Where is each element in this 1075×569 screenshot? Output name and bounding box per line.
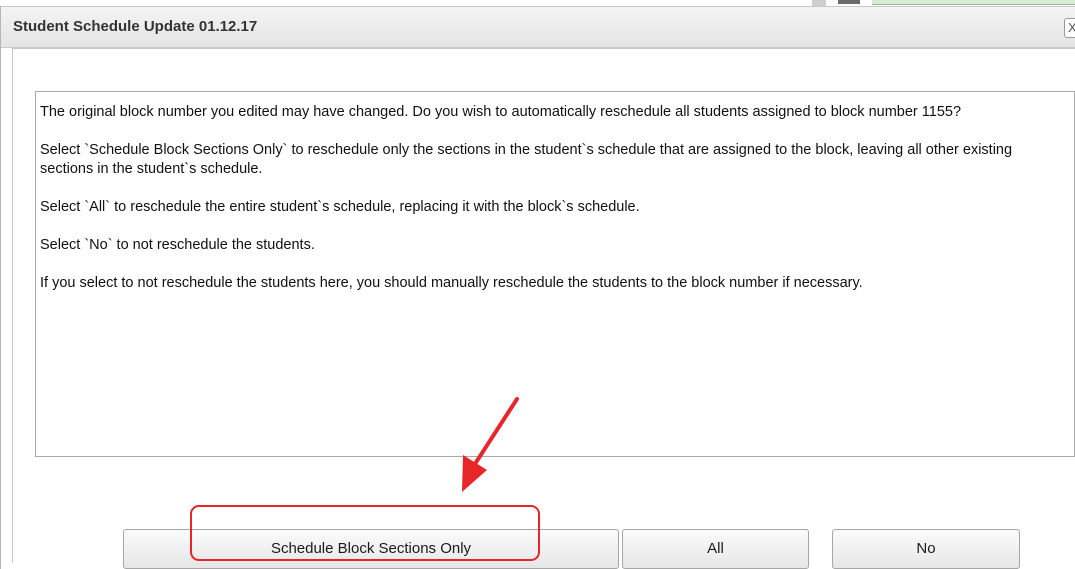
message-paragraph: Select `No` to not reschedule the studen… <box>40 237 315 253</box>
message-paragraph: Select `All` to reschedule the entire st… <box>40 199 640 215</box>
dialog-title: Student Schedule Update 01.12.17 <box>13 18 258 35</box>
background-app-fragment <box>838 0 860 4</box>
background-app-fragment <box>872 0 1075 5</box>
dialog-titlebar[interactable]: Student Schedule Update 01.12.17 X <box>1 6 1075 48</box>
message-paragraph: If you select to not reschedule the stud… <box>40 275 863 291</box>
message-paragraph: Select `Schedule Block Sections Only` to… <box>40 142 1013 177</box>
close-icon[interactable]: X <box>1064 18 1075 38</box>
screenshot-canvas: Student Schedule Update 01.12.17 X The o… <box>0 0 1075 569</box>
message-paragraph: The original block number you edited may… <box>40 104 962 120</box>
annotation-highlight-box <box>190 505 540 561</box>
message-text-area: The original block number you edited may… <box>35 91 1075 457</box>
all-button[interactable]: All <box>622 529 809 569</box>
no-button[interactable]: No <box>832 529 1020 569</box>
